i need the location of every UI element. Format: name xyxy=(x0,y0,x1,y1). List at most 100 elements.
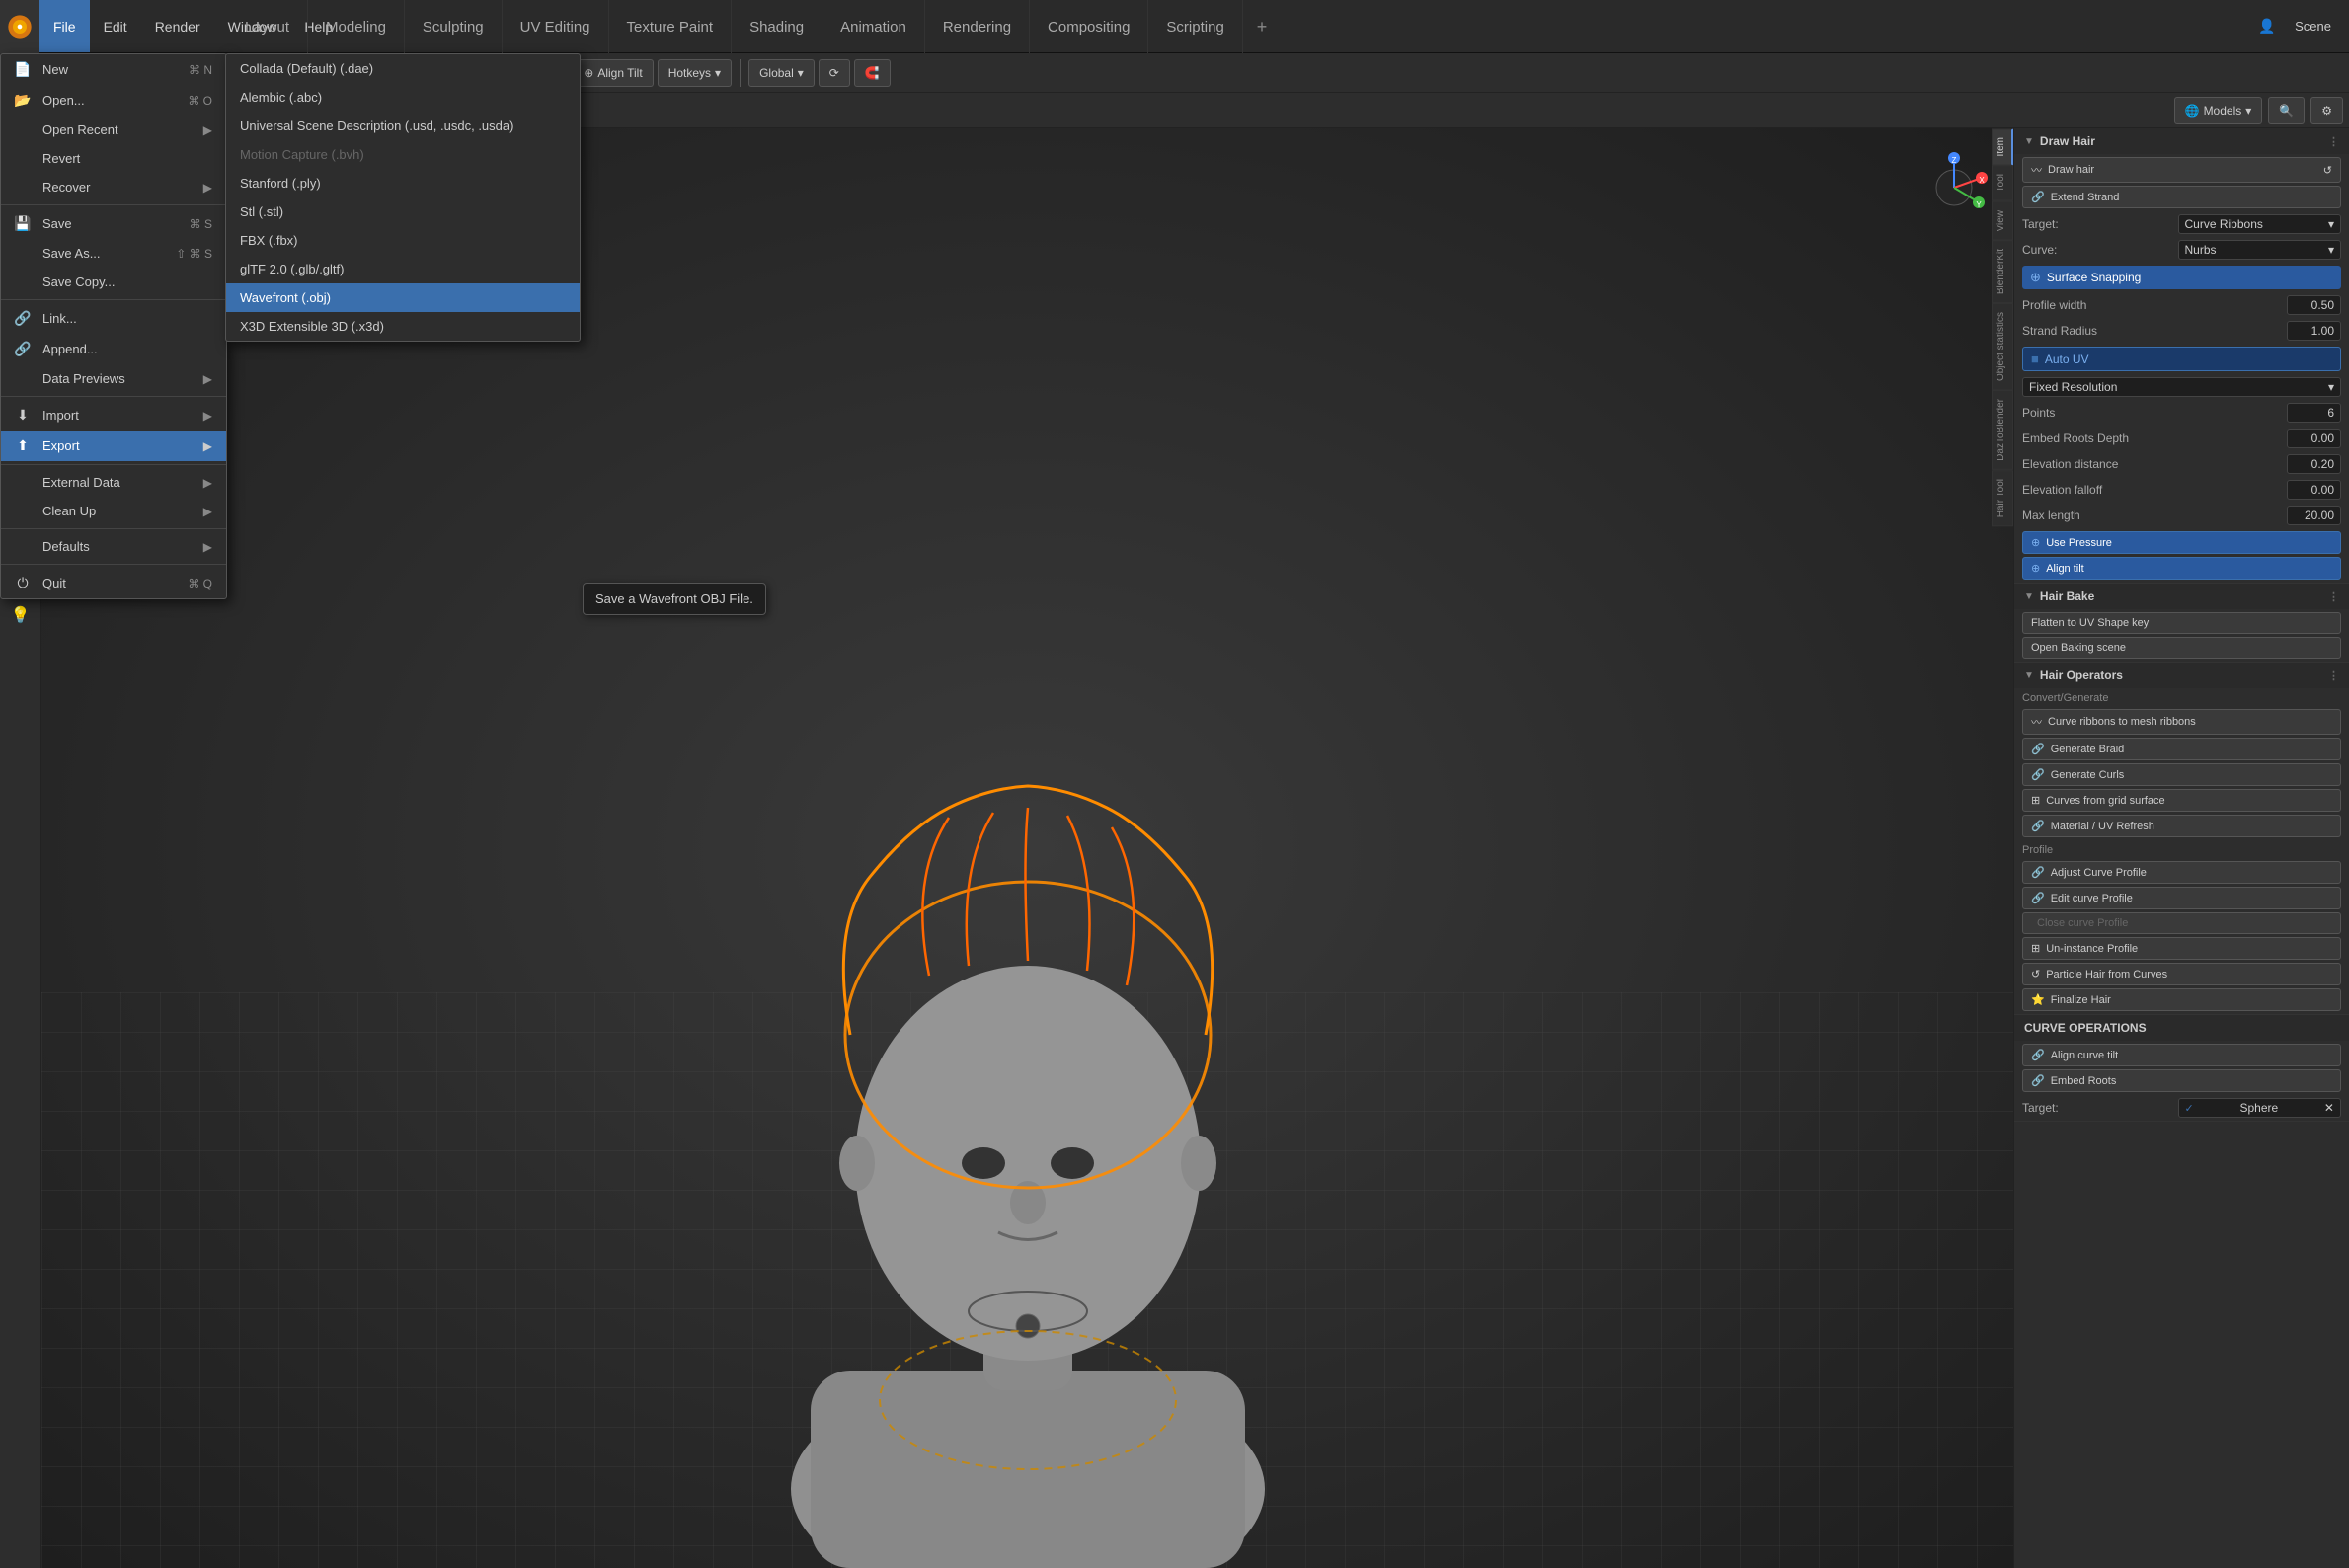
menu-file[interactable]: File xyxy=(39,0,90,52)
main-viewport[interactable]: Z X Y xyxy=(41,128,2013,1568)
tab-texture-paint[interactable]: Texture Paint xyxy=(609,0,733,53)
embed-roots-btn[interactable]: 🔗 Embed Roots xyxy=(2022,1069,2341,1092)
curve-dropdown[interactable]: Nurbs ▾ xyxy=(2178,240,2342,260)
adjust-curve-profile-btn[interactable]: 🔗 Adjust Curve Profile xyxy=(2022,861,2341,884)
hair-bake-options[interactable]: ⋮ xyxy=(2328,590,2339,603)
draw-hair-refresh-icon[interactable]: ↺ xyxy=(2323,164,2332,177)
draw-hair-button[interactable]: 〰 Draw hair ↺ xyxy=(2022,157,2341,183)
esm-fbx[interactable]: FBX (.fbx) xyxy=(226,226,580,255)
elevation-falloff-value[interactable]: 0.00 xyxy=(2287,480,2341,500)
search-button[interactable]: 🔍 xyxy=(2268,97,2305,124)
tab-compositing[interactable]: Compositing xyxy=(1030,0,1148,53)
fm-append[interactable]: 🔗 Append... xyxy=(1,334,226,364)
flatten-uv-button[interactable]: Flatten to UV Shape key xyxy=(2022,612,2341,634)
filter-button[interactable]: ⚙ xyxy=(2310,97,2343,124)
extend-strand-button[interactable]: 🔗 Extend Strand xyxy=(2022,186,2341,208)
menu-render[interactable]: Render xyxy=(141,0,214,52)
fm-save-copy[interactable]: Save Copy... xyxy=(1,268,226,296)
fm-defaults[interactable]: Defaults ▶ xyxy=(1,532,226,561)
blender-logo[interactable] xyxy=(0,0,39,53)
light-tool[interactable]: 💡 xyxy=(4,598,38,632)
hair-bake-header[interactable]: ▼ Hair Bake ⋮ xyxy=(2014,584,2349,609)
hotkeys-button[interactable]: Hotkeys ▾ xyxy=(658,59,732,87)
curve-operations-header[interactable]: CURVE OPERATIONS xyxy=(2014,1015,2349,1041)
fixed-resolution-dropdown[interactable]: Fixed Resolution ▾ xyxy=(2022,377,2341,397)
finalize-hair-btn[interactable]: ⭐ Finalize Hair xyxy=(2022,988,2341,1011)
esm-collada[interactable]: Collada (Default) (.dae) xyxy=(226,54,580,83)
elevation-distance-value[interactable]: 0.20 xyxy=(2287,454,2341,474)
side-tab-object-statistics[interactable]: Object statistics xyxy=(1992,303,2013,390)
surface-snapping-row[interactable]: ⊕ Surface Snapping xyxy=(2022,266,2341,289)
side-tab-item[interactable]: Item xyxy=(1992,128,2013,165)
esm-usd[interactable]: Universal Scene Description (.usd, .usdc… xyxy=(226,112,580,140)
embed-roots-depth-value[interactable]: 0.00 xyxy=(2287,429,2341,448)
tab-layout[interactable]: Layout xyxy=(227,0,308,53)
fm-revert[interactable]: Revert xyxy=(1,144,226,173)
strand-radius-value[interactable]: 1.00 xyxy=(2287,321,2341,341)
fm-export[interactable]: ⬆ Export ▶ xyxy=(1,431,226,461)
esm-ply[interactable]: Stanford (.ply) xyxy=(226,169,580,197)
align-tilt-button[interactable]: ⊕ Align Tilt xyxy=(573,59,653,87)
hair-operators-options[interactable]: ⋮ xyxy=(2328,669,2339,682)
transform-icon-button[interactable]: ⟳ xyxy=(819,59,850,87)
auto-uv-row[interactable]: ■ Auto UV xyxy=(2022,347,2341,371)
tab-uv-editing[interactable]: UV Editing xyxy=(503,0,609,53)
fm-clean-up[interactable]: Clean Up ▶ xyxy=(1,497,226,525)
close-curve-profile-btn[interactable]: Close curve Profile xyxy=(2022,912,2341,934)
particle-hair-btn[interactable]: ↺ Particle Hair from Curves xyxy=(2022,963,2341,985)
side-tab-hair-tool[interactable]: Hair Tool xyxy=(1992,470,2013,526)
curve-target-dropdown[interactable]: ✓ Sphere ✕ xyxy=(2178,1098,2342,1118)
fm-open-recent[interactable]: Open Recent ▶ xyxy=(1,116,226,144)
draw-hair-header[interactable]: ▼ Draw Hair ⋮ xyxy=(2014,128,2349,154)
esm-alembic[interactable]: Alembic (.abc) xyxy=(226,83,580,112)
points-value[interactable]: 6 xyxy=(2287,403,2341,423)
esm-gltf[interactable]: glTF 2.0 (.glb/.gltf) xyxy=(226,255,580,283)
fm-quit[interactable]: ⏻ Quit ⌘ Q xyxy=(1,568,226,598)
esm-obj[interactable]: Wavefront (.obj) xyxy=(226,283,580,312)
tab-sculpting[interactable]: Sculpting xyxy=(405,0,503,53)
tab-animation[interactable]: Animation xyxy=(822,0,925,53)
tooltip-text: Save a Wavefront OBJ File. xyxy=(595,591,753,606)
edit-curve-profile-btn[interactable]: 🔗 Edit curve Profile xyxy=(2022,887,2341,909)
align-curve-tilt-btn[interactable]: 🔗 Align curve tilt xyxy=(2022,1044,2341,1066)
tab-rendering[interactable]: Rendering xyxy=(925,0,1030,53)
side-tab-tool[interactable]: Tool xyxy=(1992,165,2013,200)
esm-stl[interactable]: Stl (.stl) xyxy=(226,197,580,226)
curve-ribbons-btn[interactable]: 〰 Curve ribbons to mesh ribbons xyxy=(2022,709,2341,735)
add-workspace-button[interactable]: + xyxy=(1243,17,1282,38)
un-instance-profile-btn[interactable]: ⊞ Un-instance Profile xyxy=(2022,937,2341,960)
fm-open[interactable]: 📂 Open... ⌘ O xyxy=(1,85,226,116)
fm-new[interactable]: 📄 New ⌘ N xyxy=(1,54,226,85)
use-pressure-button[interactable]: ⊕ Use Pressure xyxy=(2022,531,2341,554)
target-dropdown[interactable]: Curve Ribbons ▾ xyxy=(2178,214,2342,234)
side-tab-view[interactable]: View xyxy=(1992,201,2013,241)
generate-braid-btn[interactable]: 🔗 Generate Braid xyxy=(2022,738,2341,760)
generate-curls-btn[interactable]: 🔗 Generate Curls xyxy=(2022,763,2341,786)
align-tilt-panel-button[interactable]: ⊕ Align tilt xyxy=(2022,557,2341,580)
draw-hair-options[interactable]: ⋮ xyxy=(2328,135,2339,148)
esm-x3d[interactable]: X3D Extensible 3D (.x3d) xyxy=(226,312,580,341)
fm-save[interactable]: 💾 Save ⌘ S xyxy=(1,208,226,239)
max-length-value[interactable]: 20.00 xyxy=(2287,506,2341,525)
menu-edit[interactable]: Edit xyxy=(90,0,141,52)
models-dropdown[interactable]: 🌐 Models ▾ xyxy=(2174,97,2263,124)
tab-modeling[interactable]: Modeling xyxy=(308,0,405,53)
snap-icon-button[interactable]: 🧲 xyxy=(854,59,891,87)
open-baking-button[interactable]: Open Baking scene xyxy=(2022,637,2341,659)
global-button[interactable]: Global ▾ xyxy=(748,59,815,87)
side-tab-daztoblender[interactable]: DazToBlender xyxy=(1992,390,2013,470)
fm-data-previews[interactable]: Data Previews ▶ xyxy=(1,364,226,393)
tab-shading[interactable]: Shading xyxy=(732,0,822,53)
curves-from-grid-btn[interactable]: ⊞ Curves from grid surface xyxy=(2022,789,2341,812)
fm-recover[interactable]: Recover ▶ xyxy=(1,173,226,201)
tab-scripting[interactable]: Scripting xyxy=(1148,0,1242,53)
hair-operators-header[interactable]: ▼ Hair Operators ⋮ xyxy=(2014,663,2349,688)
fm-external-data[interactable]: External Data ▶ xyxy=(1,468,226,497)
fm-link[interactable]: 🔗 Link... xyxy=(1,303,226,334)
fm-save-as[interactable]: Save As... ⇧ ⌘ S xyxy=(1,239,226,268)
side-tab-blenderkit[interactable]: BlenderKit xyxy=(1992,240,2013,303)
fm-import[interactable]: ⬇ Import ▶ xyxy=(1,400,226,431)
material-uv-btn[interactable]: 🔗 Material / UV Refresh xyxy=(2022,815,2341,837)
external-data-arrow: ▶ xyxy=(203,476,212,490)
profile-width-value[interactable]: 0.50 xyxy=(2287,295,2341,315)
